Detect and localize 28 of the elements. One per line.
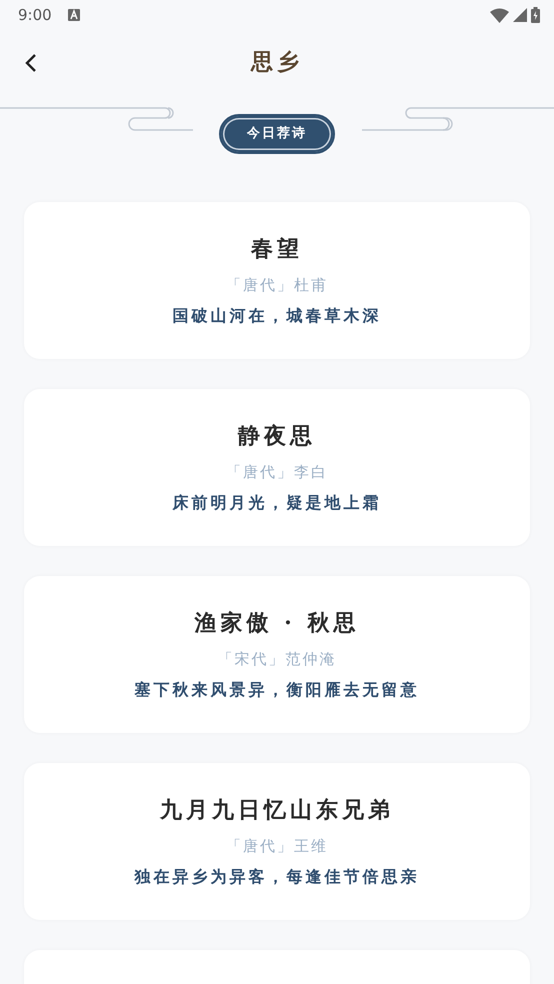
page-title: 思乡 [251,48,303,76]
poem-line: 独在异乡为异客，每逢佳节倍思亲 [134,866,420,888]
poem-dynasty: 「唐代」 [226,836,294,857]
status-time: 9:00 [18,4,52,26]
poem-title: 渔家傲 · 秋思 [194,608,360,638]
poem-author: 杜甫 [294,274,328,296]
poem-dynasty: 「唐代」 [226,462,294,483]
poem-author: 李白 [294,462,328,483]
poem-author: 范仲淹 [286,648,336,670]
poem-line: 床前明月光，疑是地上霜 [172,492,382,514]
chevron-left-icon [24,52,38,73]
poem-card[interactable]: 春望 「唐代」杜甫 国破山河在，城春草木深 [24,202,530,359]
poem-author: 王维 [294,836,328,857]
poem-line: 塞下秋来风景异，衡阳雁去无留意 [134,679,420,702]
poem-dynasty: 「宋代」 [218,648,286,670]
battery-icon [531,7,540,23]
poem-title: 九月九日忆山东兄弟 [160,796,394,825]
wifi-icon [490,8,509,22]
poem-line: 国破山河在，城春草木深 [172,305,382,328]
poem-card[interactable]: 渔家傲 · 秋思 「宋代」范仲淹 塞下秋来风景异，衡阳雁去无留意 [24,576,530,733]
poem-card[interactable]: 静夜思 「唐代」李白 床前明月光，疑是地上霜 [24,389,530,546]
poem-title: 春望 [251,234,303,264]
signal-icon [513,8,527,22]
keyboard-indicator-icon [68,9,80,21]
poem-dynasty: 「唐代」 [226,274,294,296]
poem-card[interactable]: 九月九日忆山东兄弟 「唐代」王维 独在异乡为异客，每逢佳节倍思亲 [24,763,530,920]
recommend-button[interactable]: 今日荐诗 [219,114,335,154]
poem-title: 静夜思 [238,422,316,451]
